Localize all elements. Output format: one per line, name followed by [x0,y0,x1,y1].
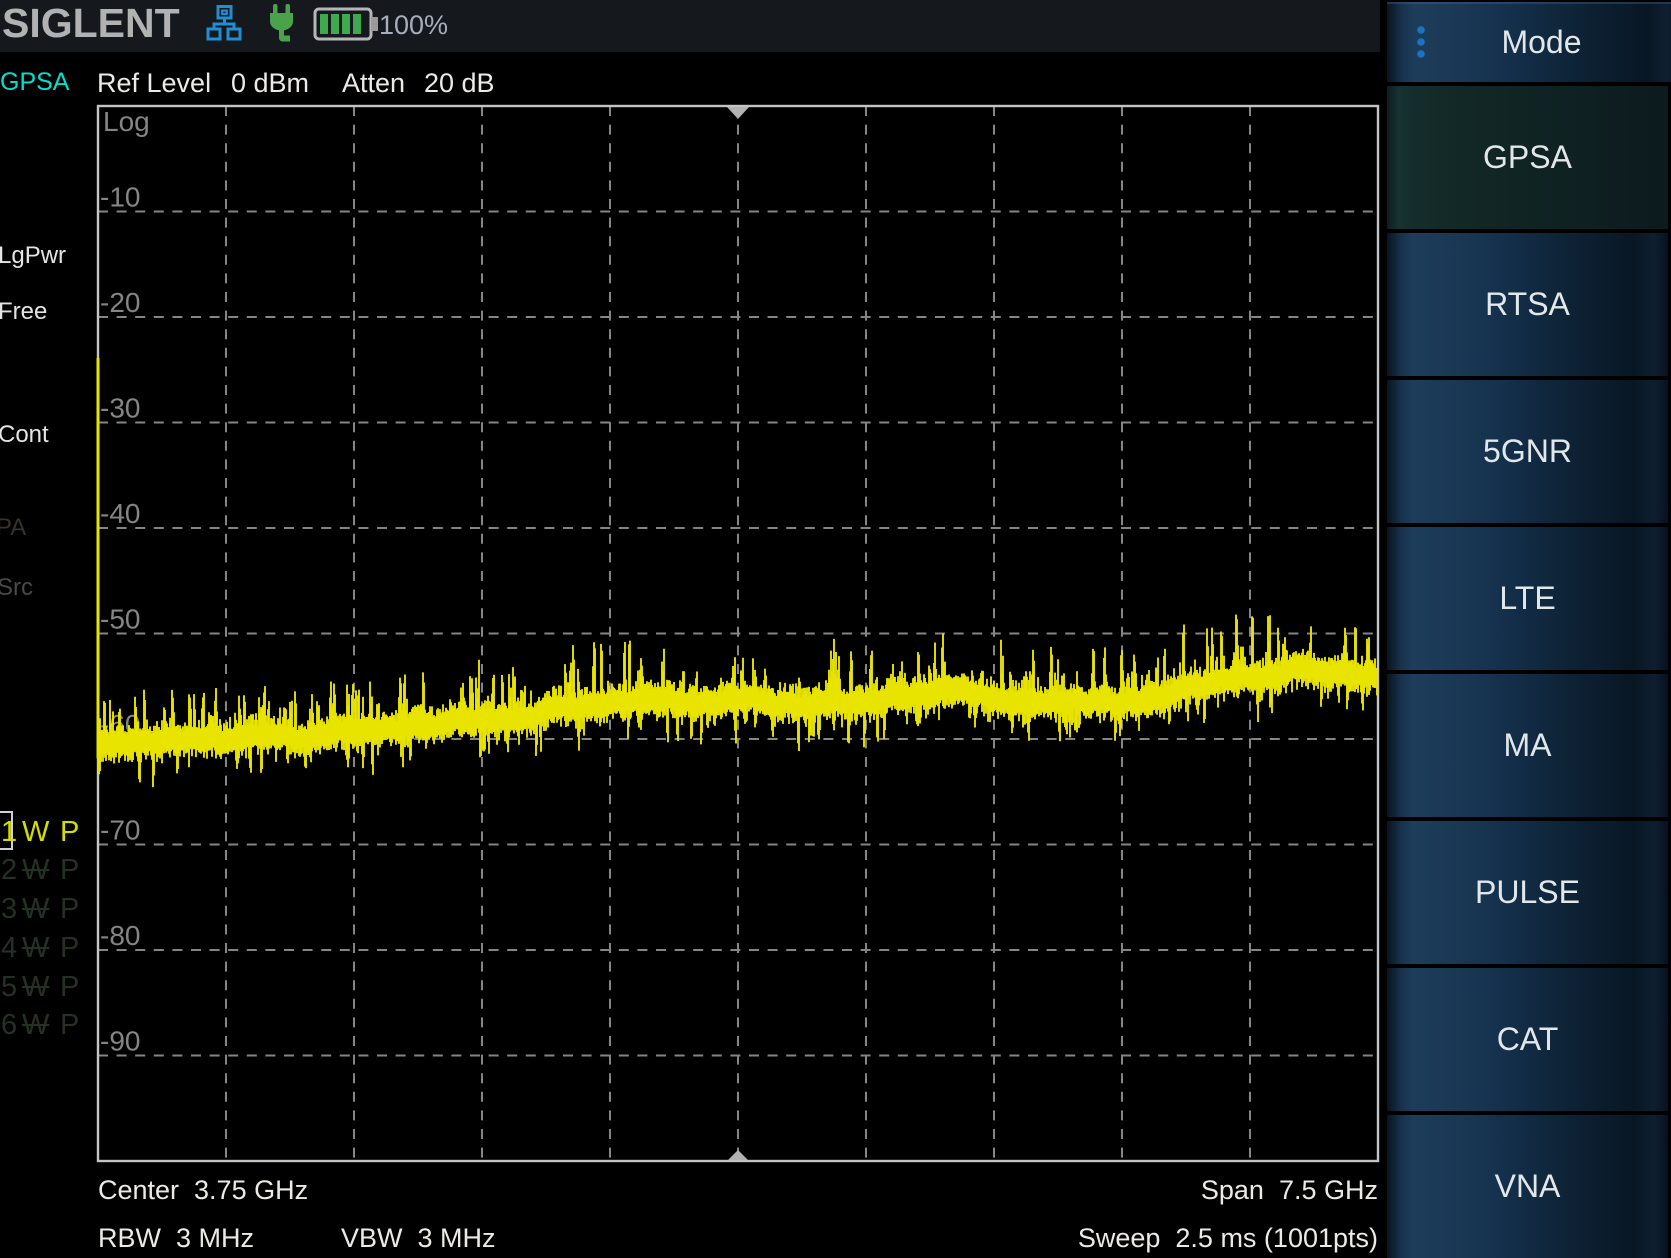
svg-text:Log: Log [103,106,150,137]
svg-text:-40: -40 [100,498,140,529]
svg-text:-70: -70 [100,815,140,846]
svg-text:-10: -10 [100,182,140,213]
svg-text:-50: -50 [100,604,140,635]
svg-text:-30: -30 [100,393,140,424]
svg-text:-80: -80 [100,920,140,951]
svg-text:-20: -20 [100,287,140,318]
svg-text:-90: -90 [100,1026,140,1057]
